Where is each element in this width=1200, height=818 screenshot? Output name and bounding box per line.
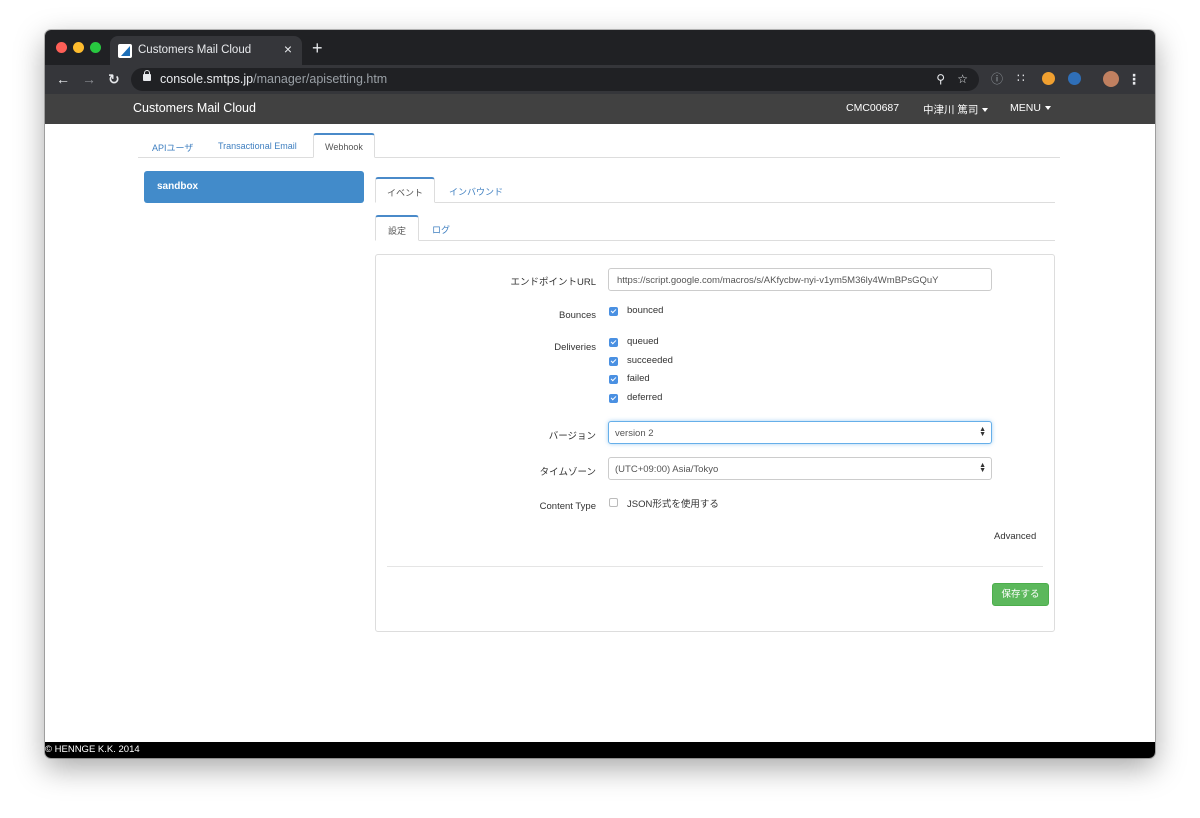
minimize-window-button[interactable] [73, 42, 84, 53]
queued-checkbox[interactable] [609, 338, 618, 347]
star-bookmark-icon[interactable]: ☆ [957, 72, 968, 87]
json-format-checkbox[interactable] [609, 498, 618, 507]
site-favicon-icon [118, 44, 132, 58]
failed-option-label: failed [627, 373, 650, 384]
timezone-selected-value: (UTC+09:00) Asia/Tokyo [615, 464, 719, 475]
settings-tabs: 設定 ログ [375, 215, 1055, 241]
account-id: CMC00687 [846, 102, 900, 114]
timezone-label: タイムゾーン [539, 467, 596, 478]
content-type-label: Content Type [539, 501, 596, 512]
browser-tab[interactable]: Customers Mail Cloud × [110, 36, 302, 65]
tab-title: Customers Mail Cloud [138, 44, 252, 56]
json-format-option-label: JSON形式を使用する [627, 499, 719, 510]
browser-titlebar: Customers Mail Cloud × + [45, 30, 1155, 65]
sidebar-item-label: sandbox [157, 181, 199, 192]
endpoint-url-input[interactable]: https://script.google.com/macros/s/AKfyc… [608, 268, 992, 291]
copyright-text: © HENNGE K.K. 2014 [45, 744, 140, 755]
version-select[interactable]: version 2 ▲ ▼ [608, 421, 992, 444]
user-menu[interactable]: 中津川 篤司 [923, 102, 989, 117]
brand-name[interactable]: Customers Mail Cloud [133, 101, 256, 115]
bounced-option-label: bounced [627, 305, 664, 316]
save-button[interactable]: 保存する [992, 583, 1049, 606]
url-host: console.smtps.jp [160, 72, 254, 86]
menu-label: MENU [1010, 102, 1041, 114]
url-text[interactable]: console.smtps.jp/manager/apisetting.htm [160, 72, 387, 86]
timezone-select[interactable]: (UTC+09:00) Asia/Tokyo ▲ ▼ [608, 457, 992, 480]
select-arrows-icon: ▲ ▼ [979, 462, 986, 474]
tab-api-users[interactable]: APIユーザ [152, 133, 193, 158]
failed-checkbox[interactable] [609, 375, 618, 384]
tab-event[interactable]: イベント [375, 177, 436, 203]
orange-extension-icon[interactable] [1042, 72, 1055, 85]
browser-toolbar: ← → ↻ console.smtps.jp/manager/apisettin… [45, 65, 1155, 94]
sidebar-item-sandbox[interactable]: sandbox [144, 171, 364, 203]
back-arrow-icon[interactable]: ← [56, 70, 70, 88]
address-bar[interactable]: console.smtps.jp/manager/apisetting.htm … [131, 68, 979, 91]
maximize-window-button[interactable] [90, 42, 101, 53]
new-tab-button[interactable]: + [312, 39, 323, 57]
tab-log[interactable]: ログ [432, 215, 450, 240]
info-extension-icon[interactable]: ⓘ [991, 72, 1003, 87]
blue-extension-icon[interactable] [1068, 72, 1081, 85]
url-path: /manager/apisetting.htm [253, 72, 388, 86]
profile-avatar[interactable] [1103, 71, 1119, 87]
tab-transactional-email[interactable]: Transactional Email [218, 133, 297, 158]
tab-close-icon[interactable]: × [284, 41, 292, 57]
version-selected-value: version 2 [615, 428, 654, 439]
advanced-link[interactable]: Advanced [994, 531, 1036, 542]
key-icon[interactable]: ⚲ [936, 72, 945, 87]
reload-icon[interactable]: ↻ [108, 70, 120, 88]
tab-webhook[interactable]: Webhook [313, 133, 375, 158]
form-divider [387, 566, 1043, 567]
browser-window: Customers Mail Cloud × + ← → ↻ console.s… [45, 30, 1155, 758]
forward-arrow-icon[interactable]: → [82, 70, 96, 88]
tab-inbound[interactable]: インバウンド [449, 177, 503, 202]
app-header: Customers Mail Cloud CMC00687 中津川 篤司 MEN… [45, 94, 1155, 124]
queued-option-label: queued [627, 336, 659, 347]
select-arrows-icon: ▲ ▼ [979, 426, 986, 438]
bounced-checkbox[interactable] [609, 307, 618, 316]
main-menu[interactable]: MENU [1010, 102, 1051, 114]
deferred-option-label: deferred [627, 392, 663, 403]
tab-settings[interactable]: 設定 [375, 215, 420, 241]
deferred-checkbox[interactable] [609, 394, 618, 403]
page-footer: © HENNGE K.K. 2014 [45, 742, 1155, 758]
chevron-down-icon [1044, 106, 1051, 111]
more-menu-icon[interactable]: ⋮ [1127, 70, 1141, 88]
grid-extension-icon[interactable]: ∷ [1017, 71, 1025, 86]
main-tabs: APIユーザ Transactional Email Webhook [138, 133, 1060, 158]
version-label: バージョン [548, 431, 596, 442]
endpoint-url-label: エンドポイントURL [510, 277, 596, 288]
succeeded-checkbox[interactable] [609, 357, 618, 366]
bounces-label: Bounces [559, 310, 596, 321]
succeeded-option-label: succeeded [627, 355, 673, 366]
lock-icon [143, 70, 151, 81]
deliveries-label: Deliveries [554, 342, 596, 353]
user-name: 中津川 篤司 [923, 104, 979, 116]
event-tabs: イベント インバウンド [375, 177, 1055, 203]
close-window-button[interactable] [56, 42, 67, 53]
chevron-down-icon [982, 108, 989, 113]
